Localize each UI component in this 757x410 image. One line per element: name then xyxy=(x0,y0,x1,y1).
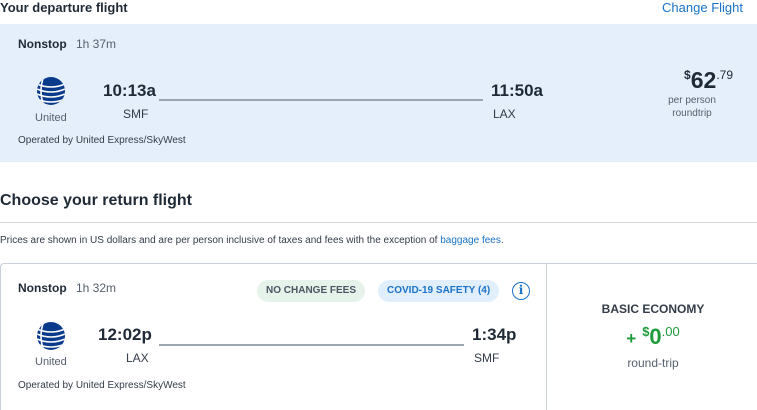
united-globe-icon xyxy=(37,77,65,105)
return-heading: Choose your return flight xyxy=(0,192,192,209)
fare-class-label: BASIC ECONOMY xyxy=(601,302,705,316)
fare-price[interactable]: + $0.00 xyxy=(547,324,757,350)
departure-airline-name: United xyxy=(35,112,67,124)
fare-cents: .00 xyxy=(661,324,680,339)
price-note: Prices are shown in US dollars and are p… xyxy=(0,235,504,246)
baggage-fees-link[interactable]: baggage fees xyxy=(440,235,501,246)
departure-route-line xyxy=(159,99,483,101)
price-note-text: Prices are shown in US dollars and are p… xyxy=(0,235,441,246)
departure-price: $62.79 xyxy=(633,67,733,94)
departure-arrive-time: 11:50a xyxy=(491,81,543,100)
return-flight-card[interactable]: Nonstop 1h 32m NO CHANGE FEES COVID-19 S… xyxy=(0,263,757,410)
departure-operated-by: Operated by United Express/SkyWest xyxy=(18,135,186,146)
departure-price-cents: .79 xyxy=(716,68,733,82)
departure-arrive-code: LAX xyxy=(493,107,516,121)
departure-header: Your departure flight Change Flight xyxy=(0,0,757,24)
return-depart-time: 12:02p xyxy=(98,325,152,344)
return-arrive-code: SMF xyxy=(474,351,500,365)
return-route-line xyxy=(159,344,464,346)
section-divider xyxy=(0,222,757,223)
return-stops-row: Nonstop 1h 32m xyxy=(18,281,116,295)
no-change-fees-badge: NO CHANGE FEES xyxy=(257,280,366,302)
return-airline-name: United xyxy=(35,356,67,368)
departure-price-per-person: per person xyxy=(668,95,716,106)
departure-price-box: $62.79 per person roundtrip xyxy=(633,67,733,120)
departure-stops: Nonstop xyxy=(18,37,67,51)
departure-depart-code: SMF xyxy=(123,107,149,121)
change-flight-link[interactable]: Change Flight xyxy=(662,0,743,15)
departure-flight-card: Nonstop 1h 37m United 10:13a SMF 11:50a … xyxy=(0,24,757,162)
return-operated-by: Operated by United Express/SkyWest xyxy=(18,380,186,391)
price-note-end: . xyxy=(500,235,504,246)
fare-plus: + xyxy=(626,329,637,348)
return-arrive-time: 1:34p xyxy=(472,325,517,344)
departure-duration: 1h 37m xyxy=(76,37,117,51)
departure-stops-row: Nonstop 1h 37m xyxy=(18,37,116,51)
united-globe-icon xyxy=(37,322,65,350)
fare-roundtrip-label: round-trip xyxy=(627,356,679,370)
departure-price-roundtrip: roundtrip xyxy=(672,108,712,119)
departure-heading: Your departure flight xyxy=(0,0,128,15)
departure-price-main: 62 xyxy=(690,67,717,93)
return-duration: 1h 32m xyxy=(76,281,117,295)
return-stops: Nonstop xyxy=(18,281,67,295)
info-circle-icon[interactable]: i xyxy=(512,282,530,300)
departure-price-symbol: $ xyxy=(684,68,691,82)
fare-main: 0 xyxy=(649,324,662,349)
return-depart-code: LAX xyxy=(126,351,149,365)
departure-depart-time: 10:13a xyxy=(103,81,156,100)
covid-safety-badge[interactable]: COVID-19 SAFETY (4) xyxy=(378,280,500,302)
